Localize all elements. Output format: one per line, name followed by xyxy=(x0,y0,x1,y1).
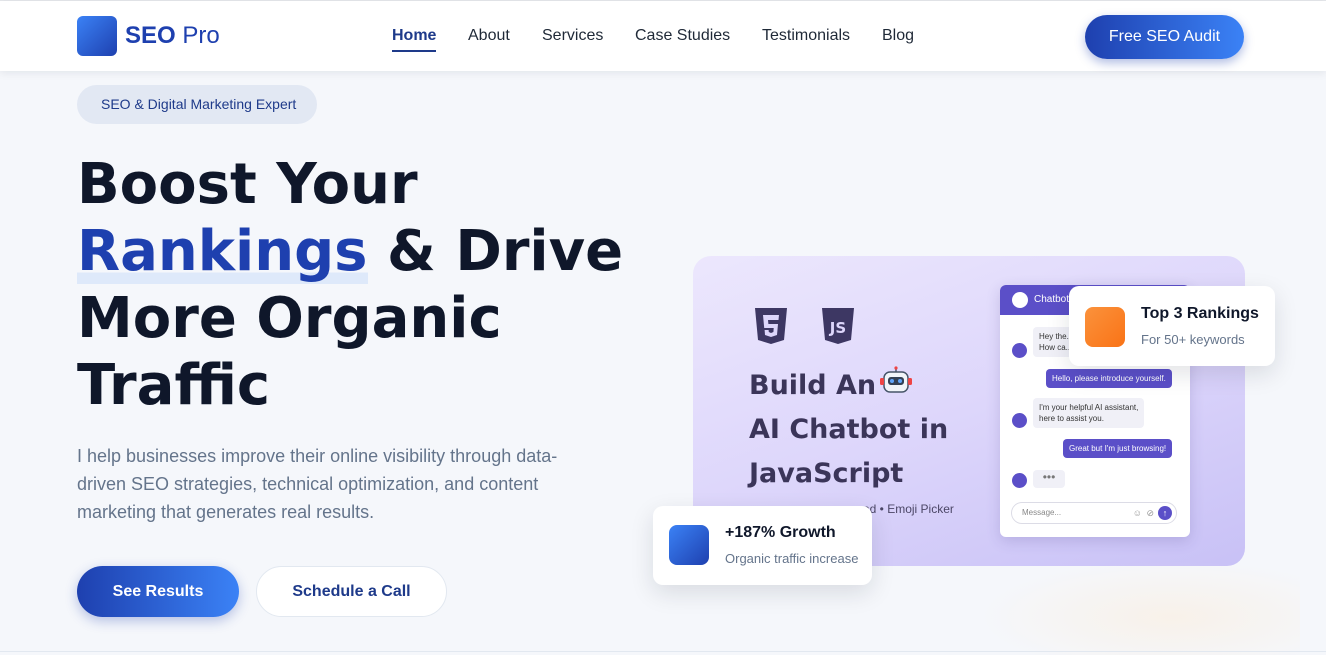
free-seo-audit-button[interactable]: Free SEO Audit xyxy=(1085,15,1244,59)
send-icon: ↑ xyxy=(1158,506,1172,520)
hero-image-title-line-1: Build An xyxy=(749,370,877,401)
typing-indicator: ••• xyxy=(1033,470,1065,488)
logo-icon[interactable] xyxy=(77,16,117,56)
bot-icon xyxy=(1012,343,1027,358)
headline-accent: Rankings xyxy=(77,219,368,284)
bot-icon xyxy=(1012,413,1027,428)
hero-badge: SEO & Digital Marketing Expert xyxy=(77,85,317,124)
headline-line-2: Rankings & Drive xyxy=(77,218,637,285)
brand-name-light: Pro xyxy=(182,22,220,49)
svg-text:JS: JS xyxy=(829,319,846,337)
site-header: SEO Pro Home About Services Case Studies… xyxy=(0,1,1326,71)
section-divider xyxy=(0,651,1326,652)
hero-image-title-line-3: JavaScript xyxy=(749,458,904,489)
growth-subtitle: Organic traffic increase xyxy=(725,551,859,566)
chat-message-text: I'm your helpful AI assistant, xyxy=(1039,403,1139,412)
rankings-icon xyxy=(1085,307,1125,347)
hero-image-title: Build An AI Chatbot in JavaScript xyxy=(749,364,989,496)
background-glow xyxy=(980,560,1300,655)
emoji-icon: ☺ xyxy=(1132,508,1142,518)
chat-message-text: here to assist you. xyxy=(1039,414,1104,423)
nav-blog[interactable]: Blog xyxy=(882,26,914,46)
hero-image-subtitle: ad • Emoji Picker xyxy=(863,502,954,516)
hero-description: I help businesses improve their online v… xyxy=(77,446,558,522)
see-results-button[interactable]: See Results xyxy=(77,566,239,617)
chat-message-input: Message... ☺ ⊘ ↑ xyxy=(1011,502,1177,524)
growth-title: +187% Growth xyxy=(725,524,836,541)
headline-line-1: Boost Your xyxy=(77,152,418,217)
headline-line-4: Traffic xyxy=(77,353,271,418)
rankings-title: Top 3 Rankings xyxy=(1141,305,1259,322)
growth-icon xyxy=(669,525,709,565)
chat-message: I'm your helpful AI assistant, here to a… xyxy=(1033,398,1145,428)
nav-home[interactable]: Home xyxy=(392,26,436,46)
html5-icon xyxy=(755,308,787,344)
headline-line-2-rest: & Drive xyxy=(387,219,624,284)
nav-case-studies[interactable]: Case Studies xyxy=(635,26,730,46)
robot-icon xyxy=(880,366,912,393)
nav-about[interactable]: About xyxy=(468,26,510,46)
schedule-call-button[interactable]: Schedule a Call xyxy=(256,566,447,617)
nav-services[interactable]: Services xyxy=(542,26,603,46)
brand-name[interactable]: SEO Pro xyxy=(125,22,220,50)
chatbot-avatar xyxy=(1012,292,1028,308)
headline-line-3: More Organic xyxy=(77,286,502,351)
chat-input-placeholder: Message... xyxy=(1022,508,1062,517)
attach-icon: ⊘ xyxy=(1146,508,1154,518)
chat-message: Great but I'm just browsing! xyxy=(1063,439,1173,458)
javascript-icon: JS xyxy=(822,308,854,344)
chat-message-text: How ca... xyxy=(1039,343,1073,352)
growth-stat-card: +187% Growth Organic traffic increase xyxy=(653,506,872,585)
brand-name-bold: SEO xyxy=(125,22,176,49)
bot-icon xyxy=(1012,473,1027,488)
rankings-stat-card: Top 3 Rankings For 50+ keywords xyxy=(1069,286,1275,366)
chatbot-title: Chatbot xyxy=(1034,294,1070,305)
hero-headline: Boost Your Rankings & Drive More Organic… xyxy=(77,151,637,419)
nav-active-indicator xyxy=(392,50,436,52)
chat-message: Hello, please introduce yourself. xyxy=(1046,369,1172,388)
hero-image-title-line-2: AI Chatbot in xyxy=(749,414,949,445)
nav-testimonials[interactable]: Testimonials xyxy=(762,26,850,46)
rankings-subtitle: For 50+ keywords xyxy=(1141,332,1245,347)
